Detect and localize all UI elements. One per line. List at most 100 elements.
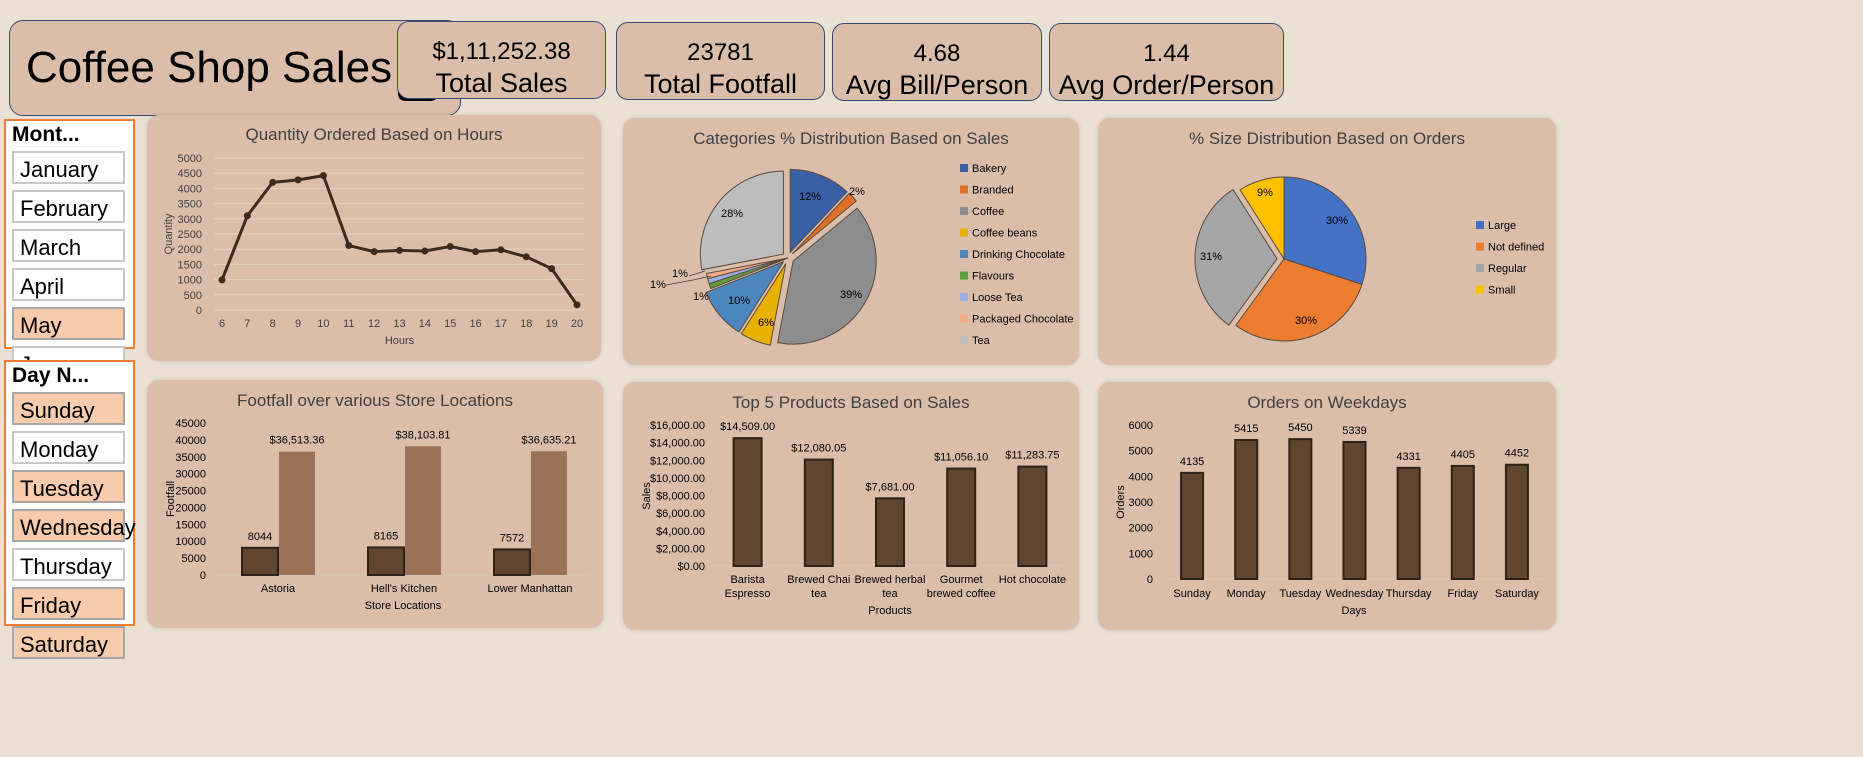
x-tick-label: Astoria xyxy=(261,583,296,595)
y-tick-label: 2000 xyxy=(1129,523,1153,535)
y-tick-label: $4,000.00 xyxy=(656,526,705,538)
data-point xyxy=(548,265,556,273)
y-tick-label: 500 xyxy=(184,290,202,302)
y-tick-label: $0.00 xyxy=(677,561,705,573)
bar xyxy=(1288,438,1313,580)
y-tick-label: $8,000.00 xyxy=(656,491,705,503)
y-tick-label: $2,000.00 xyxy=(656,543,705,555)
x-axis-title: Store Locations xyxy=(365,600,442,612)
legend-label: Drinking Chocolate xyxy=(972,249,1065,261)
slicer-item-sunday[interactable]: Sunday xyxy=(12,392,125,425)
bar xyxy=(279,451,315,575)
dashboard-title: Coffee Shop Sales xyxy=(26,43,393,92)
data-label: $36,513.36 xyxy=(269,435,324,447)
slicer-item-february[interactable]: February xyxy=(12,190,125,223)
kpi-label: Avg Bill/Person xyxy=(845,70,1029,100)
slicer-item-march[interactable]: March xyxy=(12,229,125,262)
bar xyxy=(875,497,905,567)
y-tick-label: 40000 xyxy=(175,435,206,447)
sizes-chart-panel: % Size Distribution Based on Orders 30% 3… xyxy=(1098,118,1556,365)
bar xyxy=(1504,463,1529,580)
x-tick-label: 13 xyxy=(393,318,405,330)
data-label: 4331 xyxy=(1396,451,1420,463)
data-label: 1% xyxy=(693,291,709,303)
slicer-item-wednesday[interactable]: Wednesday xyxy=(12,509,136,542)
y-tick-label: 0 xyxy=(1147,574,1153,586)
slicer-item-january[interactable]: January xyxy=(12,151,125,184)
x-tick-label: Wednesday xyxy=(1326,588,1384,600)
data-point xyxy=(472,248,480,256)
kpi-avg-bill: 4.68 Avg Bill/Person xyxy=(832,23,1042,101)
data-label: 28% xyxy=(721,208,743,220)
legend-swatch xyxy=(1476,242,1484,251)
categories-chart-panel: Categories % Distribution Based on Sales… xyxy=(623,118,1079,365)
y-tick-label: 5000 xyxy=(182,553,206,565)
slicer-item-monday[interactable]: Monday xyxy=(12,431,125,464)
footfall-bar-chart: 0 5000 10000 15000 20000 25000 30000 35000 40000… xyxy=(165,418,590,612)
x-tick-label: Hell's Kitchen xyxy=(371,583,437,595)
y-tick-label: 1500 xyxy=(178,259,202,271)
y-tick-label: $14,000.00 xyxy=(650,438,705,450)
weekdays-chart-panel: Orders on Weekdays 0 1000 2000 3000 4000 5000… xyxy=(1098,382,1556,630)
hours-line-chart: 0 500 1000 1500 2000 2500 3000 3500 4000 4500 5000… xyxy=(163,153,585,347)
data-label: $7,681.00 xyxy=(866,481,915,493)
y-tick-label: 20000 xyxy=(175,502,206,514)
data-label: 1% xyxy=(672,268,688,280)
y-tick-label: 4500 xyxy=(178,168,202,180)
legend-swatch xyxy=(960,164,968,172)
x-tick-label: Monday xyxy=(1227,588,1267,600)
legend-label: Loose Tea xyxy=(972,292,1023,304)
data-label: 4135 xyxy=(1180,456,1204,468)
bar xyxy=(493,548,531,576)
legend-label: Branded xyxy=(972,185,1014,197)
bar xyxy=(241,546,279,577)
x-tick-label: brewed coffee xyxy=(927,588,996,600)
legend-swatch xyxy=(960,271,968,280)
slicer-item-friday[interactable]: Friday xyxy=(12,587,125,620)
legend-label: Regular xyxy=(1488,263,1527,275)
x-axis-title: Hours xyxy=(385,335,415,347)
legend-swatch xyxy=(960,293,968,301)
products-chart-panel: Top 5 Products Based on Sales $0.00 $2,00… xyxy=(623,382,1079,630)
legend-label: Not defined xyxy=(1488,242,1544,254)
month-slicer: Mont... January February March April May… xyxy=(4,119,135,379)
bar xyxy=(732,437,763,568)
data-point xyxy=(218,276,226,284)
y-tick-label: 1000 xyxy=(1129,548,1153,560)
data-label: 5450 xyxy=(1288,422,1312,434)
y-tick-label: $10,000.00 xyxy=(650,473,705,485)
y-tick-label: 6000 xyxy=(1129,420,1153,432)
slicer-item-thursday[interactable]: Thursday xyxy=(12,548,125,581)
bar xyxy=(946,467,977,567)
x-tick-label: 7 xyxy=(244,318,250,330)
x-tick-label: 17 xyxy=(495,318,507,330)
y-tick-label: 10000 xyxy=(175,536,206,548)
data-point xyxy=(319,172,327,180)
y-tick-label: 5000 xyxy=(1129,446,1153,458)
legend-swatch xyxy=(960,185,968,194)
y-tick-label: 3500 xyxy=(178,199,202,211)
hours-chart-panel: Quantity Ordered Based on Hours 0 500 1000… xyxy=(147,115,601,361)
slicer-item-may[interactable]: May xyxy=(12,307,125,340)
slicer-item-saturday[interactable]: Saturday xyxy=(12,626,125,659)
kpi-label: Total Sales xyxy=(435,68,568,98)
bar xyxy=(1234,439,1259,580)
y-axis-title: Orders xyxy=(1115,485,1127,519)
y-tick-label: 4000 xyxy=(178,183,202,195)
kpi-value: $1,11,252.38 xyxy=(432,38,571,65)
title-card: Coffee Shop Sales xyxy=(9,20,461,116)
bar xyxy=(1342,440,1367,580)
data-point xyxy=(370,248,378,256)
day-slicer: Day N... Sunday Monday Tuesday Wednesday… xyxy=(4,360,136,659)
footfall-chart-panel: Footfall over various Store Locations 05… xyxy=(147,380,603,628)
slicer-item-tuesday[interactable]: Tuesday xyxy=(12,470,125,503)
x-tick-label: Hot chocolate xyxy=(999,574,1066,586)
kpi-label: Total Footfall xyxy=(643,69,798,99)
x-tick-label: 14 xyxy=(419,318,431,330)
y-tick-label: $16,000.00 xyxy=(650,420,705,432)
kpi-value: 23781 xyxy=(687,39,754,66)
y-tick-label: 35000 xyxy=(175,452,206,464)
bar xyxy=(367,546,405,576)
slicer-item-april[interactable]: April xyxy=(12,268,125,301)
y-tick-label: 30000 xyxy=(175,469,206,481)
